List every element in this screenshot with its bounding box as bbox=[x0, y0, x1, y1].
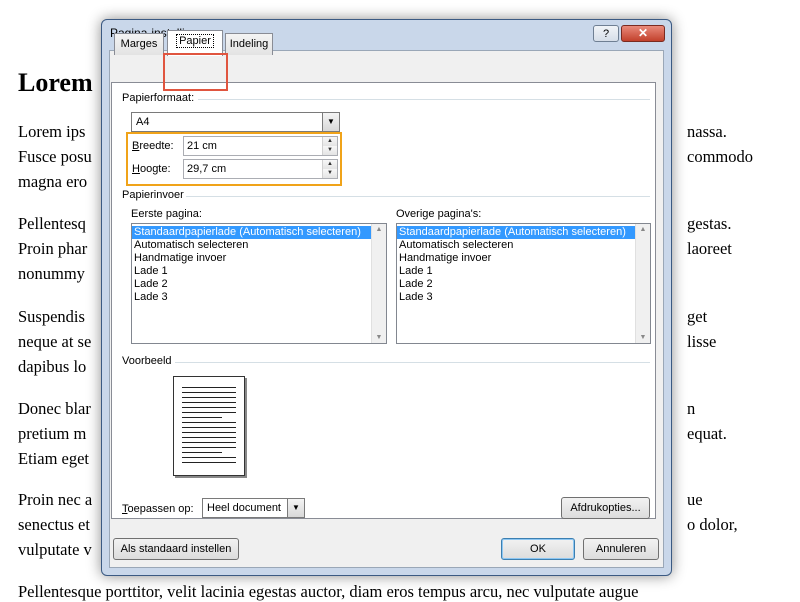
paper-tray-option[interactable]: Lade 3 bbox=[397, 291, 635, 304]
paper-tray-option[interactable]: Handmatige invoer bbox=[132, 252, 371, 265]
document-text-line: Fusce posu bbox=[18, 147, 92, 166]
paper-format-value: A4 bbox=[136, 116, 150, 128]
print-options-button[interactable]: Afdrukopties... bbox=[561, 497, 650, 519]
paper-tray-option[interactable]: Lade 1 bbox=[132, 265, 371, 278]
set-as-default-button[interactable]: Als standaard instellen bbox=[113, 538, 239, 560]
paper-tray-option[interactable]: Lade 1 bbox=[397, 265, 635, 278]
preview-text-line bbox=[182, 457, 236, 458]
document-heading: Lorem bbox=[18, 68, 93, 97]
document-text-line: senectus et bbox=[18, 515, 90, 534]
preview-text-line bbox=[182, 417, 222, 418]
scroll-up-icon[interactable]: ▲ bbox=[636, 226, 650, 233]
papier-tab-highlight bbox=[163, 53, 228, 91]
preview-text-line bbox=[182, 437, 236, 438]
apply-to-dropdown[interactable]: Heel document ▼ bbox=[202, 498, 305, 518]
document-text-line-end: n bbox=[687, 399, 696, 418]
paper-tray-option[interactable]: Automatisch selecteren bbox=[132, 239, 371, 252]
document-text-line: nonummy bbox=[18, 264, 85, 283]
preview-text-line bbox=[182, 432, 236, 433]
document-text-line-end: ue bbox=[687, 490, 703, 509]
scroll-up-icon[interactable]: ▲ bbox=[372, 226, 386, 233]
preview-text-line bbox=[182, 462, 236, 463]
other-pages-label: Overige pagina's: bbox=[396, 208, 482, 220]
document-text-line-end: get bbox=[687, 307, 708, 326]
document-text-line-end: equat. bbox=[687, 424, 727, 443]
document-text-line-end: o dolor, bbox=[687, 515, 738, 534]
help-button[interactable]: ? bbox=[593, 25, 619, 42]
document-text-line: Donec blar bbox=[18, 399, 91, 418]
paper-format-separator bbox=[198, 99, 650, 100]
cancel-button[interactable]: Annuleren bbox=[583, 538, 659, 560]
first-page-scrollbar[interactable]: ▲ ▼ bbox=[371, 224, 386, 343]
document-text-line: Suspendis bbox=[18, 307, 85, 326]
preview-text-line bbox=[182, 387, 236, 388]
first-page-listbox[interactable]: Standaardpapierlade (Automatisch selecte… bbox=[131, 223, 387, 344]
document-text-line: Pellentesq bbox=[18, 214, 86, 233]
preview-separator bbox=[175, 362, 650, 363]
preview-text-line bbox=[182, 397, 236, 398]
paper-tray-option[interactable]: Standaardpapierlade (Automatisch selecte… bbox=[132, 226, 371, 239]
paper-tray-option[interactable]: Lade 3 bbox=[132, 291, 371, 304]
paper-format-dropdown[interactable]: A4 ▼ bbox=[131, 112, 340, 132]
document-text-line-end: lisse bbox=[687, 332, 717, 351]
other-pages-scrollbar[interactable]: ▲ ▼ bbox=[635, 224, 650, 343]
paper-tray-option[interactable]: Standaardpapierlade (Automatisch selecte… bbox=[397, 226, 635, 239]
preview-text-line bbox=[182, 427, 236, 428]
preview-text-line bbox=[182, 452, 222, 453]
paper-size-highlight bbox=[126, 132, 342, 186]
preview-text-line bbox=[182, 407, 236, 408]
preview-text-line bbox=[182, 447, 236, 448]
apply-to-label: Toepassen op: bbox=[122, 503, 194, 515]
preview-section-label: Voorbeeld bbox=[122, 355, 172, 367]
preview-text-line bbox=[182, 442, 236, 443]
first-page-label: Eerste pagina: bbox=[131, 208, 202, 220]
page-preview-thumbnail bbox=[173, 376, 245, 476]
document-text-line-end: nassa. bbox=[687, 122, 727, 141]
paper-tray-option[interactable]: Automatisch selecteren bbox=[397, 239, 635, 252]
paper-tray-option[interactable]: Lade 2 bbox=[132, 278, 371, 291]
document-text-line: pretium m bbox=[18, 424, 87, 443]
preview-text-line bbox=[182, 402, 236, 403]
document-text-line: dapibus lo bbox=[18, 357, 87, 376]
tab-indeling[interactable]: Indeling bbox=[225, 33, 273, 55]
close-button[interactable]: ✕ bbox=[621, 25, 665, 42]
document-text-line: vulputate v bbox=[18, 540, 92, 559]
document-text-line-end: commodo bbox=[687, 147, 753, 166]
paper-tray-option[interactable]: Lade 2 bbox=[397, 278, 635, 291]
document-bottom-line: Pellentesque porttitor, velit lacinia eg… bbox=[18, 582, 639, 601]
chevron-down-icon[interactable]: ▼ bbox=[322, 113, 339, 131]
paper-source-section-label: Papierinvoer bbox=[122, 189, 184, 201]
document-text-line-end: laoreet bbox=[687, 239, 732, 258]
scroll-down-icon[interactable]: ▼ bbox=[636, 334, 650, 341]
document-text-line-end: gestas. bbox=[687, 214, 732, 233]
document-text-line: neque at se bbox=[18, 332, 92, 351]
tab-marges[interactable]: Marges bbox=[114, 33, 164, 55]
apply-to-value: Heel document bbox=[207, 502, 281, 514]
paper-format-section-label: Papierformaat: bbox=[122, 92, 195, 104]
ok-button[interactable]: OK bbox=[501, 538, 575, 560]
preview-text-line bbox=[182, 422, 236, 423]
paper-tray-option[interactable]: Handmatige invoer bbox=[397, 252, 635, 265]
chevron-down-icon[interactable]: ▼ bbox=[287, 499, 304, 517]
document-text-line: Etiam eget bbox=[18, 449, 90, 468]
document-text-line: magna ero bbox=[18, 172, 88, 191]
preview-text-line bbox=[182, 392, 236, 393]
preview-text-line bbox=[182, 412, 236, 413]
document-text-line: Proin nec a bbox=[18, 490, 93, 509]
document-text-line: Lorem ips bbox=[18, 122, 86, 141]
other-pages-listbox[interactable]: Standaardpapierlade (Automatisch selecte… bbox=[396, 223, 651, 344]
document-text-line: Proin phar bbox=[18, 239, 88, 258]
paper-source-separator bbox=[186, 196, 650, 197]
scroll-down-icon[interactable]: ▼ bbox=[372, 334, 386, 341]
